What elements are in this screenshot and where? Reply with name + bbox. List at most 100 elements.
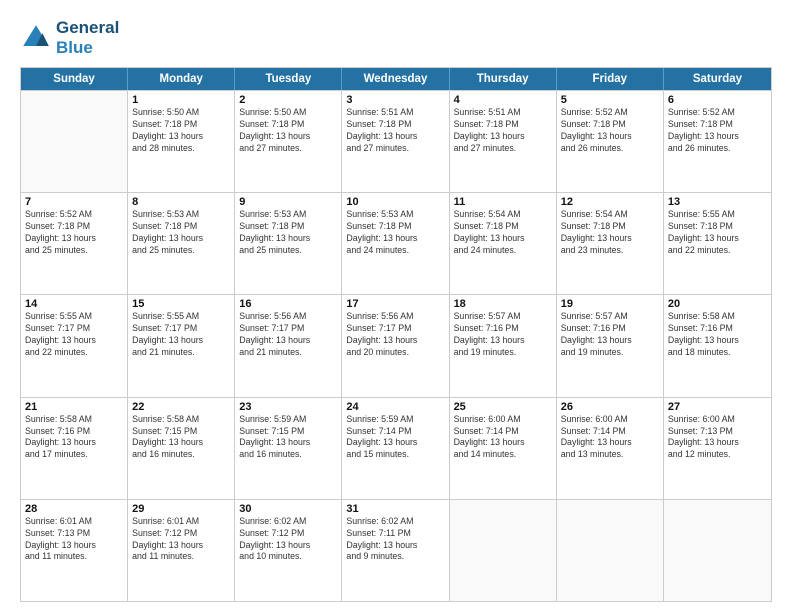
cal-cell-day-13: 13Sunrise: 5:55 AM Sunset: 7:18 PM Dayli… (664, 193, 771, 294)
cal-cell-day-31: 31Sunrise: 6:02 AM Sunset: 7:11 PM Dayli… (342, 500, 449, 601)
cal-header-friday: Friday (557, 68, 664, 90)
cell-day-number: 4 (454, 94, 552, 106)
cell-info: Sunrise: 5:54 AM Sunset: 7:18 PM Dayligh… (454, 209, 552, 257)
cal-cell-day-9: 9Sunrise: 5:53 AM Sunset: 7:18 PM Daylig… (235, 193, 342, 294)
cal-cell-day-6: 6Sunrise: 5:52 AM Sunset: 7:18 PM Daylig… (664, 91, 771, 192)
cal-cell-day-18: 18Sunrise: 5:57 AM Sunset: 7:16 PM Dayli… (450, 295, 557, 396)
cal-cell-day-4: 4Sunrise: 5:51 AM Sunset: 7:18 PM Daylig… (450, 91, 557, 192)
cell-info: Sunrise: 5:57 AM Sunset: 7:16 PM Dayligh… (561, 311, 659, 359)
cal-cell-day-25: 25Sunrise: 6:00 AM Sunset: 7:14 PM Dayli… (450, 398, 557, 499)
cal-cell-day-28: 28Sunrise: 6:01 AM Sunset: 7:13 PM Dayli… (21, 500, 128, 601)
cal-header-sunday: Sunday (21, 68, 128, 90)
cell-day-number: 26 (561, 401, 659, 413)
cell-info: Sunrise: 5:58 AM Sunset: 7:15 PM Dayligh… (132, 414, 230, 462)
cell-day-number: 9 (239, 196, 337, 208)
cell-day-number: 10 (346, 196, 444, 208)
cal-cell-day-23: 23Sunrise: 5:59 AM Sunset: 7:15 PM Dayli… (235, 398, 342, 499)
cell-day-number: 30 (239, 503, 337, 515)
cell-day-number: 19 (561, 298, 659, 310)
cell-info: Sunrise: 6:00 AM Sunset: 7:13 PM Dayligh… (668, 414, 767, 462)
cal-cell-day-30: 30Sunrise: 6:02 AM Sunset: 7:12 PM Dayli… (235, 500, 342, 601)
cal-cell-day-24: 24Sunrise: 5:59 AM Sunset: 7:14 PM Dayli… (342, 398, 449, 499)
cal-cell-day-26: 26Sunrise: 6:00 AM Sunset: 7:14 PM Dayli… (557, 398, 664, 499)
cal-cell-day-11: 11Sunrise: 5:54 AM Sunset: 7:18 PM Dayli… (450, 193, 557, 294)
cal-cell-day-3: 3Sunrise: 5:51 AM Sunset: 7:18 PM Daylig… (342, 91, 449, 192)
calendar-body: 1Sunrise: 5:50 AM Sunset: 7:18 PM Daylig… (21, 90, 771, 601)
cell-info: Sunrise: 5:53 AM Sunset: 7:18 PM Dayligh… (132, 209, 230, 257)
cell-info: Sunrise: 5:52 AM Sunset: 7:18 PM Dayligh… (668, 107, 767, 155)
cell-info: Sunrise: 6:02 AM Sunset: 7:11 PM Dayligh… (346, 516, 444, 564)
logo-text: General Blue (56, 18, 119, 57)
cell-day-number: 27 (668, 401, 767, 413)
cell-info: Sunrise: 5:55 AM Sunset: 7:18 PM Dayligh… (668, 209, 767, 257)
cell-day-number: 29 (132, 503, 230, 515)
cal-cell-empty (21, 91, 128, 192)
cell-info: Sunrise: 5:55 AM Sunset: 7:17 PM Dayligh… (25, 311, 123, 359)
cell-day-number: 13 (668, 196, 767, 208)
cell-info: Sunrise: 5:56 AM Sunset: 7:17 PM Dayligh… (239, 311, 337, 359)
cell-info: Sunrise: 5:59 AM Sunset: 7:14 PM Dayligh… (346, 414, 444, 462)
cal-header-wednesday: Wednesday (342, 68, 449, 90)
cell-day-number: 2 (239, 94, 337, 106)
cal-header-monday: Monday (128, 68, 235, 90)
cell-day-number: 8 (132, 196, 230, 208)
cal-cell-day-17: 17Sunrise: 5:56 AM Sunset: 7:17 PM Dayli… (342, 295, 449, 396)
cell-day-number: 17 (346, 298, 444, 310)
cal-cell-day-22: 22Sunrise: 5:58 AM Sunset: 7:15 PM Dayli… (128, 398, 235, 499)
cal-week-2: 7Sunrise: 5:52 AM Sunset: 7:18 PM Daylig… (21, 192, 771, 294)
cal-cell-day-7: 7Sunrise: 5:52 AM Sunset: 7:18 PM Daylig… (21, 193, 128, 294)
cal-header-thursday: Thursday (450, 68, 557, 90)
cell-info: Sunrise: 6:02 AM Sunset: 7:12 PM Dayligh… (239, 516, 337, 564)
cal-cell-empty (450, 500, 557, 601)
cell-info: Sunrise: 5:52 AM Sunset: 7:18 PM Dayligh… (25, 209, 123, 257)
cell-day-number: 23 (239, 401, 337, 413)
cal-cell-day-2: 2Sunrise: 5:50 AM Sunset: 7:18 PM Daylig… (235, 91, 342, 192)
cell-info: Sunrise: 5:58 AM Sunset: 7:16 PM Dayligh… (25, 414, 123, 462)
cell-day-number: 14 (25, 298, 123, 310)
cal-cell-day-5: 5Sunrise: 5:52 AM Sunset: 7:18 PM Daylig… (557, 91, 664, 192)
cal-cell-day-14: 14Sunrise: 5:55 AM Sunset: 7:17 PM Dayli… (21, 295, 128, 396)
cell-info: Sunrise: 5:54 AM Sunset: 7:18 PM Dayligh… (561, 209, 659, 257)
cell-info: Sunrise: 5:53 AM Sunset: 7:18 PM Dayligh… (239, 209, 337, 257)
cal-week-5: 28Sunrise: 6:01 AM Sunset: 7:13 PM Dayli… (21, 499, 771, 601)
cell-info: Sunrise: 5:51 AM Sunset: 7:18 PM Dayligh… (454, 107, 552, 155)
cal-cell-day-10: 10Sunrise: 5:53 AM Sunset: 7:18 PM Dayli… (342, 193, 449, 294)
cell-info: Sunrise: 5:55 AM Sunset: 7:17 PM Dayligh… (132, 311, 230, 359)
cell-day-number: 11 (454, 196, 552, 208)
cell-info: Sunrise: 5:58 AM Sunset: 7:16 PM Dayligh… (668, 311, 767, 359)
cal-header-saturday: Saturday (664, 68, 771, 90)
cal-cell-empty (557, 500, 664, 601)
cal-cell-day-8: 8Sunrise: 5:53 AM Sunset: 7:18 PM Daylig… (128, 193, 235, 294)
header: General Blue (20, 18, 772, 57)
cell-info: Sunrise: 5:52 AM Sunset: 7:18 PM Dayligh… (561, 107, 659, 155)
cell-info: Sunrise: 6:01 AM Sunset: 7:13 PM Dayligh… (25, 516, 123, 564)
cell-info: Sunrise: 6:01 AM Sunset: 7:12 PM Dayligh… (132, 516, 230, 564)
cell-day-number: 21 (25, 401, 123, 413)
cell-day-number: 16 (239, 298, 337, 310)
cal-cell-empty (664, 500, 771, 601)
cell-day-number: 31 (346, 503, 444, 515)
page: General Blue SundayMondayTuesdayWednesda… (0, 0, 792, 612)
cal-cell-day-20: 20Sunrise: 5:58 AM Sunset: 7:16 PM Dayli… (664, 295, 771, 396)
cell-day-number: 7 (25, 196, 123, 208)
cell-day-number: 18 (454, 298, 552, 310)
cal-cell-day-12: 12Sunrise: 5:54 AM Sunset: 7:18 PM Dayli… (557, 193, 664, 294)
cell-info: Sunrise: 5:51 AM Sunset: 7:18 PM Dayligh… (346, 107, 444, 155)
cal-cell-day-16: 16Sunrise: 5:56 AM Sunset: 7:17 PM Dayli… (235, 295, 342, 396)
cell-info: Sunrise: 6:00 AM Sunset: 7:14 PM Dayligh… (454, 414, 552, 462)
cell-day-number: 28 (25, 503, 123, 515)
cal-cell-day-15: 15Sunrise: 5:55 AM Sunset: 7:17 PM Dayli… (128, 295, 235, 396)
cell-day-number: 12 (561, 196, 659, 208)
cell-info: Sunrise: 5:50 AM Sunset: 7:18 PM Dayligh… (239, 107, 337, 155)
cell-day-number: 24 (346, 401, 444, 413)
cal-cell-day-29: 29Sunrise: 6:01 AM Sunset: 7:12 PM Dayli… (128, 500, 235, 601)
cell-info: Sunrise: 5:59 AM Sunset: 7:15 PM Dayligh… (239, 414, 337, 462)
cal-cell-day-27: 27Sunrise: 6:00 AM Sunset: 7:13 PM Dayli… (664, 398, 771, 499)
cell-info: Sunrise: 5:56 AM Sunset: 7:17 PM Dayligh… (346, 311, 444, 359)
logo: General Blue (20, 18, 119, 57)
cal-cell-day-1: 1Sunrise: 5:50 AM Sunset: 7:18 PM Daylig… (128, 91, 235, 192)
cell-info: Sunrise: 5:53 AM Sunset: 7:18 PM Dayligh… (346, 209, 444, 257)
cal-week-1: 1Sunrise: 5:50 AM Sunset: 7:18 PM Daylig… (21, 90, 771, 192)
cal-week-3: 14Sunrise: 5:55 AM Sunset: 7:17 PM Dayli… (21, 294, 771, 396)
cal-cell-day-19: 19Sunrise: 5:57 AM Sunset: 7:16 PM Dayli… (557, 295, 664, 396)
